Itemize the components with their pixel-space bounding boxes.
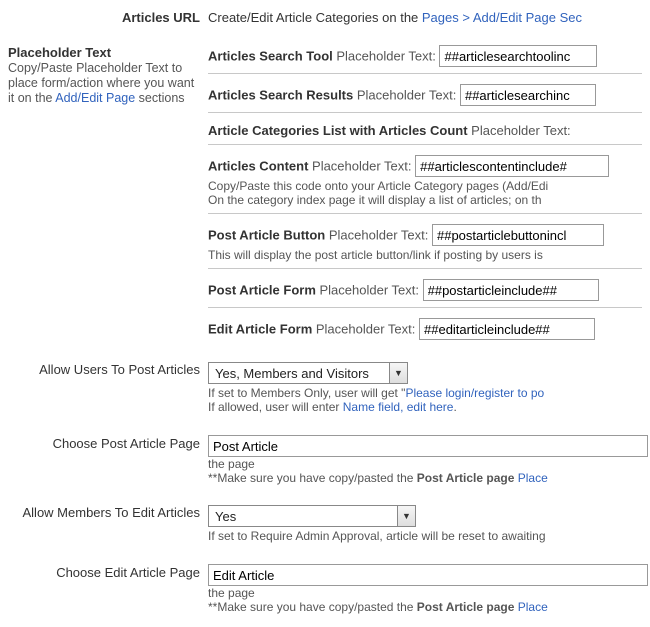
chevron-down-icon: ▼ (397, 506, 415, 526)
allow-edit-select[interactable]: Yes ▼ (208, 505, 416, 527)
choose-edit-help2-link[interactable]: Place (514, 600, 547, 614)
allow-post-help2-post: . (453, 400, 456, 414)
edit-form-label: Edit Article Form (208, 322, 312, 337)
allow-post-help1: If set to Members Only, user will get " (208, 386, 405, 400)
cats-list-sublabel: Placeholder Text: (468, 123, 571, 138)
post-form-input[interactable] (423, 279, 599, 301)
allow-edit-help: If set to Require Admin Approval, articl… (208, 529, 642, 543)
placeholder-add-edit-link[interactable]: Add/Edit Page (55, 91, 135, 105)
post-button-help: This will display the post article butto… (208, 248, 642, 262)
articles-url-desc: Create/Edit Article Categories on the (208, 10, 422, 25)
allow-post-select[interactable]: Yes, Members and Visitors ▼ (208, 362, 408, 384)
search-tool-sublabel: Placeholder Text: (333, 49, 436, 64)
allow-post-help2-link[interactable]: Name field, edit here (343, 400, 454, 414)
choose-post-help2-bold: Post Article page (417, 471, 515, 485)
content-label: Articles Content (208, 159, 308, 174)
articles-url-link[interactable]: Pages > Add/Edit Page Sec (422, 10, 582, 25)
chevron-down-icon: ▼ (389, 363, 407, 383)
post-button-sublabel: Placeholder Text: (325, 228, 428, 243)
search-results-label: Articles Search Results (208, 88, 353, 103)
choose-post-help1: the page (208, 457, 642, 471)
search-tool-label: Articles Search Tool (208, 49, 333, 64)
content-help1: Copy/Paste this code onto your Article C… (208, 179, 642, 193)
allow-post-label: Allow Users To Post Articles (39, 362, 200, 377)
choose-post-help2-pre: **Make sure you have copy/pasted the (208, 471, 417, 485)
choose-edit-help2-bold: Post Article page (417, 600, 515, 614)
cats-list-label: Article Categories List with Articles Co… (208, 123, 468, 138)
search-tool-input[interactable] (439, 45, 597, 67)
search-results-input[interactable] (460, 84, 596, 106)
content-help2: On the category index page it will displ… (208, 193, 642, 207)
choose-post-page-input[interactable] (208, 435, 648, 457)
allow-edit-label: Allow Members To Edit Articles (23, 505, 201, 520)
choose-edit-page-label: Choose Edit Article Page (56, 565, 200, 580)
content-input[interactable] (415, 155, 609, 177)
choose-post-page-label: Choose Post Article Page (53, 436, 200, 451)
post-form-label: Post Article Form (208, 283, 316, 298)
allow-post-value: Yes, Members and Visitors (209, 363, 389, 383)
post-button-input[interactable] (432, 224, 604, 246)
post-form-sublabel: Placeholder Text: (316, 283, 419, 298)
choose-edit-page-input[interactable] (208, 564, 648, 586)
placeholder-text-desc: Copy/Paste Placeholder Text to place for… (8, 61, 194, 105)
choose-edit-help1: the page (208, 586, 642, 600)
choose-edit-help2-pre: **Make sure you have copy/pasted the (208, 600, 417, 614)
edit-form-sublabel: Placeholder Text: (312, 322, 415, 337)
post-button-label: Post Article Button (208, 228, 325, 243)
placeholder-text-label: Placeholder Text (8, 45, 200, 60)
content-sublabel: Placeholder Text: (308, 159, 411, 174)
allow-edit-value: Yes (209, 506, 397, 526)
search-results-sublabel: Placeholder Text: (353, 88, 456, 103)
allow-post-help2-pre: If allowed, user will enter (208, 400, 343, 414)
choose-post-help2-link[interactable]: Place (514, 471, 547, 485)
articles-url-label: Articles URL (122, 10, 200, 25)
edit-form-input[interactable] (419, 318, 595, 340)
allow-post-help-link1[interactable]: Please login/register to po (405, 386, 544, 400)
